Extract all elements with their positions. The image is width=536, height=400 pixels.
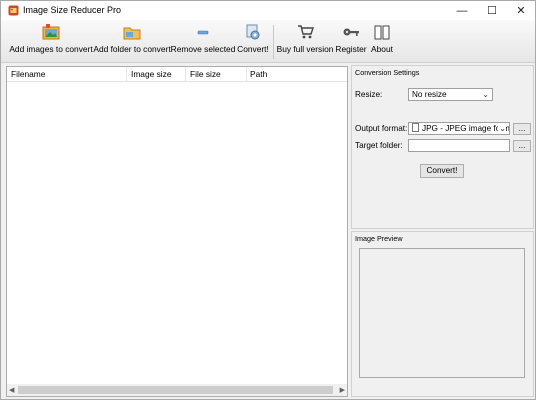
add-folder-label: Add folder to convert xyxy=(93,44,171,54)
add-images-label: Add images to convert xyxy=(9,44,93,54)
toolbar-separator xyxy=(273,25,274,59)
browse-folder-button[interactable]: ... xyxy=(513,140,531,152)
conversion-settings-panel: Conversion Settings Resize: No resize ⌄ … xyxy=(351,65,534,229)
add-folder-button[interactable]: Add folder to convert xyxy=(93,23,171,61)
resize-select[interactable]: No resize ⌄ xyxy=(408,88,493,101)
about-label: About xyxy=(371,44,393,54)
convert-icon xyxy=(246,24,260,40)
image-preview-area xyxy=(359,248,525,378)
scroll-left-icon[interactable]: ◀ xyxy=(9,386,14,394)
column-filename[interactable]: Filename xyxy=(11,69,45,80)
output-format-label: Output format: xyxy=(355,124,408,133)
maximize-button[interactable]: ☐ xyxy=(477,1,507,20)
resize-value: No resize xyxy=(412,90,447,99)
register-label: Register xyxy=(335,44,367,54)
column-divider[interactable] xyxy=(185,67,186,81)
buy-full-version-button[interactable]: Buy full version xyxy=(276,23,334,61)
resize-label: Resize: xyxy=(355,90,383,99)
column-divider[interactable] xyxy=(126,67,127,81)
image-preview-panel: Image Preview xyxy=(351,231,534,397)
toolbar: Add images to convert Add folder to conv… xyxy=(1,20,535,63)
scroll-right-icon[interactable]: ▶ xyxy=(340,386,345,394)
target-folder-input[interactable] xyxy=(408,139,510,152)
column-divider[interactable] xyxy=(246,67,247,81)
remove-selected-button[interactable]: Remove selected xyxy=(170,23,236,61)
file-list-header: Filename Image size File size Path xyxy=(7,67,347,82)
add-images-button[interactable]: Add images to convert xyxy=(9,23,93,61)
column-path[interactable]: Path xyxy=(250,69,267,80)
remove-icon xyxy=(197,30,209,35)
target-folder-label: Target folder: xyxy=(355,141,403,150)
register-button[interactable]: Register xyxy=(335,23,367,61)
title-bar: Image Size Reducer Pro — ☐ ✕ xyxy=(1,1,535,20)
key-icon xyxy=(343,28,359,36)
buy-full-version-label: Buy full version xyxy=(276,44,334,54)
output-format-value: JPG - JPEG image form xyxy=(422,124,510,133)
remove-selected-label: Remove selected xyxy=(170,44,236,54)
column-file-size[interactable]: File size xyxy=(190,69,221,80)
book-icon xyxy=(374,25,390,40)
chevron-down-icon: ⌄ xyxy=(482,90,489,99)
scrollbar-thumb[interactable] xyxy=(18,386,333,394)
convert-toolbar-button[interactable]: Convert! xyxy=(236,23,270,61)
horizontal-scrollbar[interactable]: ◀ ▶ xyxy=(7,384,347,396)
app-logo-icon xyxy=(8,5,19,16)
column-image-size[interactable]: Image size xyxy=(131,69,172,80)
image-preview-title: Image Preview xyxy=(355,234,403,243)
about-button[interactable]: About xyxy=(370,23,394,61)
app-window: Image Size Reducer Pro — ☐ ✕ Add images … xyxy=(0,0,536,400)
file-icon xyxy=(412,123,419,132)
add-folder-icon xyxy=(123,27,141,40)
output-format-select[interactable]: JPG - JPEG image form ⌄ xyxy=(408,122,510,135)
add-images-icon xyxy=(42,24,60,40)
minimize-button[interactable]: — xyxy=(447,1,477,20)
chevron-down-icon: ⌄ xyxy=(498,123,506,134)
window-title: Image Size Reducer Pro xyxy=(23,5,122,15)
conversion-settings-title: Conversion Settings xyxy=(355,68,420,77)
cart-icon xyxy=(298,25,314,39)
convert-button[interactable]: Convert! xyxy=(420,164,464,178)
file-list[interactable]: Filename Image size File size Path ◀ ▶ xyxy=(6,66,348,397)
close-button[interactable]: ✕ xyxy=(506,1,536,20)
convert-toolbar-label: Convert! xyxy=(237,44,269,54)
format-options-button[interactable]: ... xyxy=(513,123,531,135)
